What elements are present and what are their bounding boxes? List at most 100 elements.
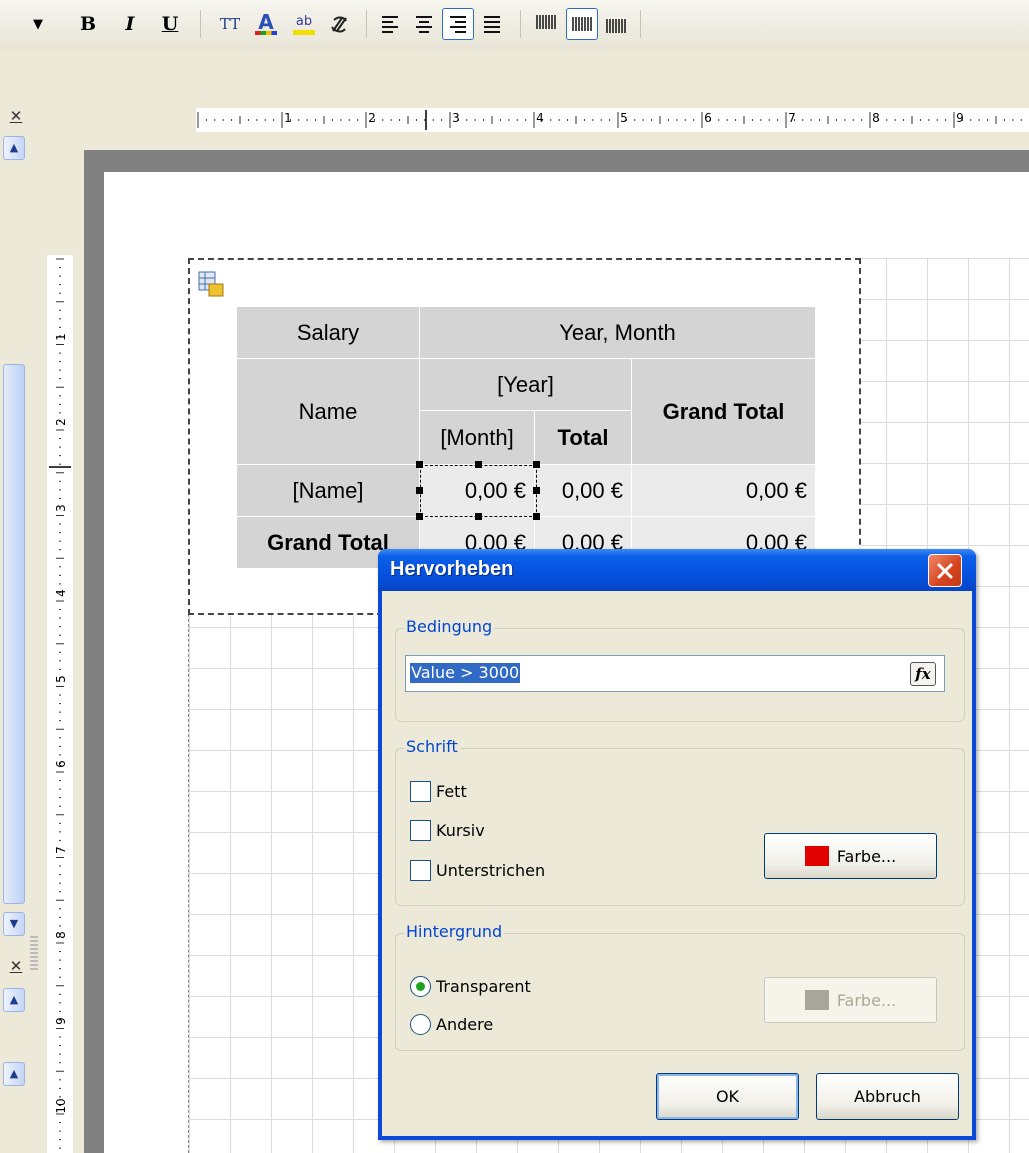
dialog-titlebar[interactable]: Hervorheben: [378, 549, 976, 591]
condition-group-title: Bedingung: [404, 617, 495, 636]
condition-expression-input[interactable]: Value > 3000 fx: [405, 655, 945, 692]
bold-glyph: B: [79, 12, 97, 35]
dialog-title: Hervorheben: [390, 558, 514, 580]
chevron-down-icon[interactable]: ▼: [3, 912, 25, 936]
crosstab-total-header[interactable]: Total: [535, 411, 632, 465]
resize-handle[interactable]: [416, 487, 423, 494]
valign-top-icon[interactable]: [530, 8, 562, 40]
close-icon[interactable]: ✕: [8, 108, 24, 124]
font-color-glyph: A: [258, 10, 274, 34]
italic-button[interactable]: I: [114, 8, 146, 40]
ruler-number: 2: [54, 418, 68, 426]
underline-checkbox[interactable]: [410, 860, 431, 881]
underline-glyph: U: [161, 12, 179, 35]
crosstab-row-header[interactable]: Name: [237, 359, 420, 465]
close-icon[interactable]: [928, 554, 962, 587]
chevron-up-icon[interactable]: ▲: [3, 1062, 25, 1086]
condition-expression-text: Value > 3000: [410, 663, 521, 683]
chevron-up-icon[interactable]: ▲: [3, 136, 25, 160]
resize-handle[interactable]: [533, 513, 540, 520]
highlight-button[interactable]: ab: [288, 8, 320, 40]
ruler-number: 1: [284, 111, 292, 125]
ruler-number: 5: [620, 111, 628, 125]
align-center-icon[interactable]: [408, 8, 440, 40]
crosstab-column-header[interactable]: Year, Month: [420, 307, 816, 359]
font-size-button[interactable]: TT: [214, 8, 246, 40]
crosstab-total-cell[interactable]: 0,00 €: [535, 465, 632, 517]
underline-checkbox-label[interactable]: Unterstrichen: [436, 861, 545, 881]
ruler-number: 9: [956, 111, 964, 125]
conditional-highlight-icon[interactable]: [324, 8, 356, 40]
crosstab-name-field[interactable]: [Name]: [237, 465, 420, 517]
transparent-radio-label[interactable]: Transparent: [436, 977, 531, 997]
background-color-button-label: Farbe...: [836, 990, 897, 1010]
crosstab-corner-salary-text: Salary: [296, 319, 360, 345]
chevron-up-icon[interactable]: ▲: [3, 988, 25, 1012]
close-icon[interactable]: ✕: [8, 958, 24, 974]
ruler-number: 4: [54, 589, 68, 597]
highlight-bar-icon: [293, 29, 315, 35]
italic-checkbox-label[interactable]: Kursiv: [436, 821, 485, 841]
ok-button[interactable]: OK: [656, 1073, 799, 1120]
resize-handle[interactable]: [533, 461, 540, 468]
resize-handle[interactable]: [475, 461, 482, 468]
background-group-title: Hintergrund: [404, 922, 505, 941]
ruler-number: 8: [872, 111, 880, 125]
crosstab-month-header-text: [Month]: [440, 424, 514, 450]
italic-checkbox[interactable]: [410, 820, 431, 841]
panel-scrollbar[interactable]: [3, 364, 25, 904]
transparent-radio[interactable]: [410, 976, 431, 997]
crosstab-grand-total-header[interactable]: Grand Total: [632, 359, 816, 465]
underline-button[interactable]: U: [154, 8, 186, 40]
font-group-title: Schrift: [404, 737, 460, 756]
other-radio[interactable]: [410, 1014, 431, 1035]
resize-handle[interactable]: [533, 487, 540, 494]
bold-button[interactable]: B: [72, 8, 104, 40]
expression-editor-button[interactable]: fx: [910, 662, 936, 686]
crosstab-total-header-text: Total: [557, 424, 609, 450]
ruler-number: 10: [54, 1098, 68, 1114]
align-left-icon[interactable]: [374, 8, 406, 40]
font-color-button[interactable]: A: [250, 8, 282, 40]
ruler-ticks: [197, 110, 1022, 130]
crosstab-object-icon[interactable]: [197, 270, 225, 298]
fx-icon: fx: [915, 665, 931, 683]
ruler-number: 2: [368, 111, 376, 125]
font-color-button-label: Farbe...: [836, 846, 897, 866]
cancel-button[interactable]: Abbruch: [816, 1073, 959, 1120]
crosstab-corner-salary[interactable]: Salary: [237, 307, 420, 359]
crosstab-grand-total-cell-text: 0,00 €: [745, 477, 807, 503]
horizontal-ruler: 1 2 3 4 5 6 7 8 9: [196, 108, 1029, 132]
crosstab-name-field-text: [Name]: [292, 477, 364, 503]
resize-handle[interactable]: [475, 513, 482, 520]
italic-glyph: I: [125, 12, 135, 35]
bold-checkbox-label[interactable]: Fett: [436, 782, 467, 802]
background-color-button[interactable]: Farbe...: [764, 977, 937, 1023]
valign-middle-icon[interactable]: [566, 8, 598, 40]
left-dock-panel: ✕ ▲ ▼ ✕ ▲ ▲: [0, 102, 45, 1153]
cancel-button-label: Abbruch: [854, 1087, 921, 1106]
toolbar-separator: [640, 10, 641, 38]
font-size-glyph: TT: [219, 14, 241, 33]
crosstab-grand-total-header-text: Grand Total: [662, 398, 785, 424]
crosstab-column-header-text: Year, Month: [559, 319, 676, 345]
align-right-icon[interactable]: [442, 8, 474, 40]
crosstab-year-header[interactable]: [Year]: [420, 359, 632, 411]
radio-selected-dot: [416, 982, 425, 991]
valign-bottom-icon[interactable]: [600, 8, 632, 40]
resize-handle[interactable]: [416, 513, 423, 520]
bold-checkbox[interactable]: [410, 781, 431, 802]
font-color-button[interactable]: Farbe...: [764, 833, 937, 879]
other-radio-label[interactable]: Andere: [436, 1015, 493, 1035]
justify-icon[interactable]: [476, 8, 508, 40]
crosstab-grand-total-cell[interactable]: 0,00 €: [632, 465, 816, 517]
ruler-number: 8: [54, 931, 68, 939]
ok-button-label: OK: [715, 1087, 740, 1106]
splitter-grip[interactable]: [30, 936, 38, 970]
ruler-number: 9: [54, 1017, 68, 1025]
vertical-ruler: 1 2 3 4 5 6 7 8 9 10: [47, 255, 73, 1153]
font-dropdown-arrow-icon[interactable]: ▼: [26, 8, 50, 40]
resize-handle[interactable]: [416, 461, 423, 468]
toolbar-separator: [200, 10, 201, 38]
crosstab-month-header[interactable]: [Month]: [420, 411, 535, 465]
